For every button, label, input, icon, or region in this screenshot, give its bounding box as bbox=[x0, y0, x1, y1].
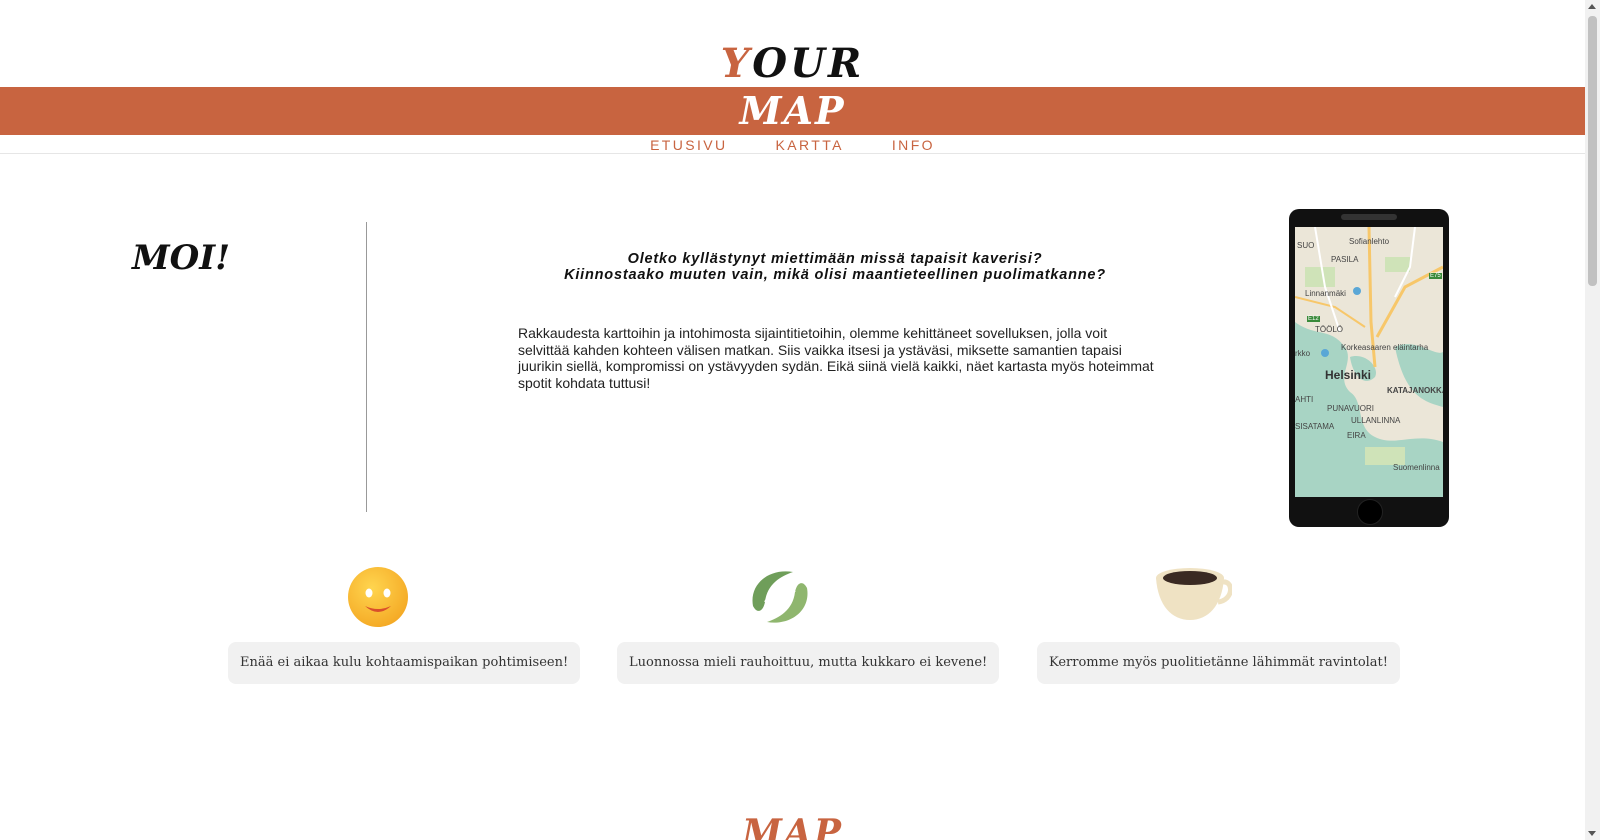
intro-question: Oletko kyllästynyt miettimään missä tapa… bbox=[510, 251, 1160, 283]
question-line-1: Oletko kyllästynyt miettimään missä tapa… bbox=[627, 251, 1043, 267]
scroll-up-icon[interactable] bbox=[1588, 4, 1596, 9]
nav-link-kartta[interactable]: KARTTA bbox=[775, 135, 845, 153]
map-label: AHTI bbox=[1295, 395, 1314, 404]
map-city-label: Helsinki bbox=[1325, 368, 1372, 382]
map-label: rkko bbox=[1295, 349, 1311, 358]
map-label: EIRA bbox=[1347, 431, 1366, 440]
phone-mockup: SUO Sofianlehto PASILA E75 Linnanmäki E1… bbox=[1289, 209, 1449, 527]
map-label: E12 bbox=[1307, 316, 1320, 322]
logo-map[interactable]: MAP bbox=[0, 87, 1585, 135]
map-label: TÖÖLÖ bbox=[1315, 325, 1344, 334]
map-label: KATAJANOKKA bbox=[1387, 386, 1443, 395]
map-graphic bbox=[1295, 227, 1443, 497]
divider bbox=[366, 222, 367, 512]
map-label: ULLANLINNA bbox=[1351, 416, 1401, 425]
scroll-down-icon[interactable] bbox=[1588, 831, 1596, 836]
map-label: Korkeasaaren eläintarha bbox=[1341, 343, 1429, 352]
smiley-face-icon bbox=[348, 567, 408, 627]
feature-nature: Luonnossa mieli rauhoittuu, mutta kukkar… bbox=[617, 566, 1000, 684]
nav-link-info[interactable]: INFO bbox=[891, 135, 936, 153]
feature-card: Luonnossa mieli rauhoittuu, mutta kukkar… bbox=[617, 642, 1000, 684]
brand-band: MAP bbox=[0, 87, 1585, 135]
map-screenshot: SUO Sofianlehto PASILA E75 Linnanmäki E1… bbox=[1295, 227, 1443, 497]
logo-top-text: OUR bbox=[752, 40, 865, 87]
map-label: SISATAMA bbox=[1295, 422, 1335, 431]
main-nav: ETUSIVU KARTTA INFO bbox=[0, 135, 1585, 154]
nav-link-etusivu[interactable]: ETUSIVU bbox=[649, 135, 728, 153]
map-label: PUNAVUORI bbox=[1327, 404, 1374, 413]
map-label: PASILA bbox=[1331, 255, 1359, 264]
logo-your[interactable]: YOUR bbox=[0, 40, 1585, 88]
page: YOUR MAP ETUSIVU KARTTA INFO MOI! Oletko… bbox=[0, 0, 1585, 840]
feature-card: Kerromme myös puolitietänne lähimmät rav… bbox=[1037, 642, 1400, 684]
vertical-scrollbar[interactable] bbox=[1585, 0, 1600, 840]
map-label: SUO bbox=[1297, 241, 1315, 250]
intro-paragraph: Rakkaudesta karttoihin ja intohimosta si… bbox=[518, 325, 1154, 391]
phone-speaker bbox=[1341, 214, 1397, 220]
footer-logo: MAP bbox=[742, 812, 843, 840]
feature-restaurants: Kerromme myös puolitietänne lähimmät rav… bbox=[1037, 566, 1400, 684]
feature-meeting: Enää ei aikaa kulu kohtaamispaikan pohti… bbox=[228, 566, 581, 684]
map-label: Sofianlehto bbox=[1349, 237, 1390, 246]
map-label: E75 bbox=[1429, 273, 1442, 279]
question-line-2: Kiinnostaako muuten vain, mikä olisi maa… bbox=[564, 267, 1106, 283]
coffee-cup-icon bbox=[1156, 568, 1233, 620]
map-label: Suomenlinna bbox=[1393, 463, 1440, 472]
scrollbar-thumb[interactable] bbox=[1588, 16, 1597, 286]
phone-home-button bbox=[1357, 499, 1383, 525]
leaf-icon bbox=[752, 571, 808, 623]
logo-accent-letter: Y bbox=[720, 40, 753, 87]
greeting-heading: MOI! bbox=[132, 238, 231, 278]
feature-card: Enää ei aikaa kulu kohtaamispaikan pohti… bbox=[228, 642, 581, 684]
map-label: Linnanmäki bbox=[1305, 289, 1346, 298]
